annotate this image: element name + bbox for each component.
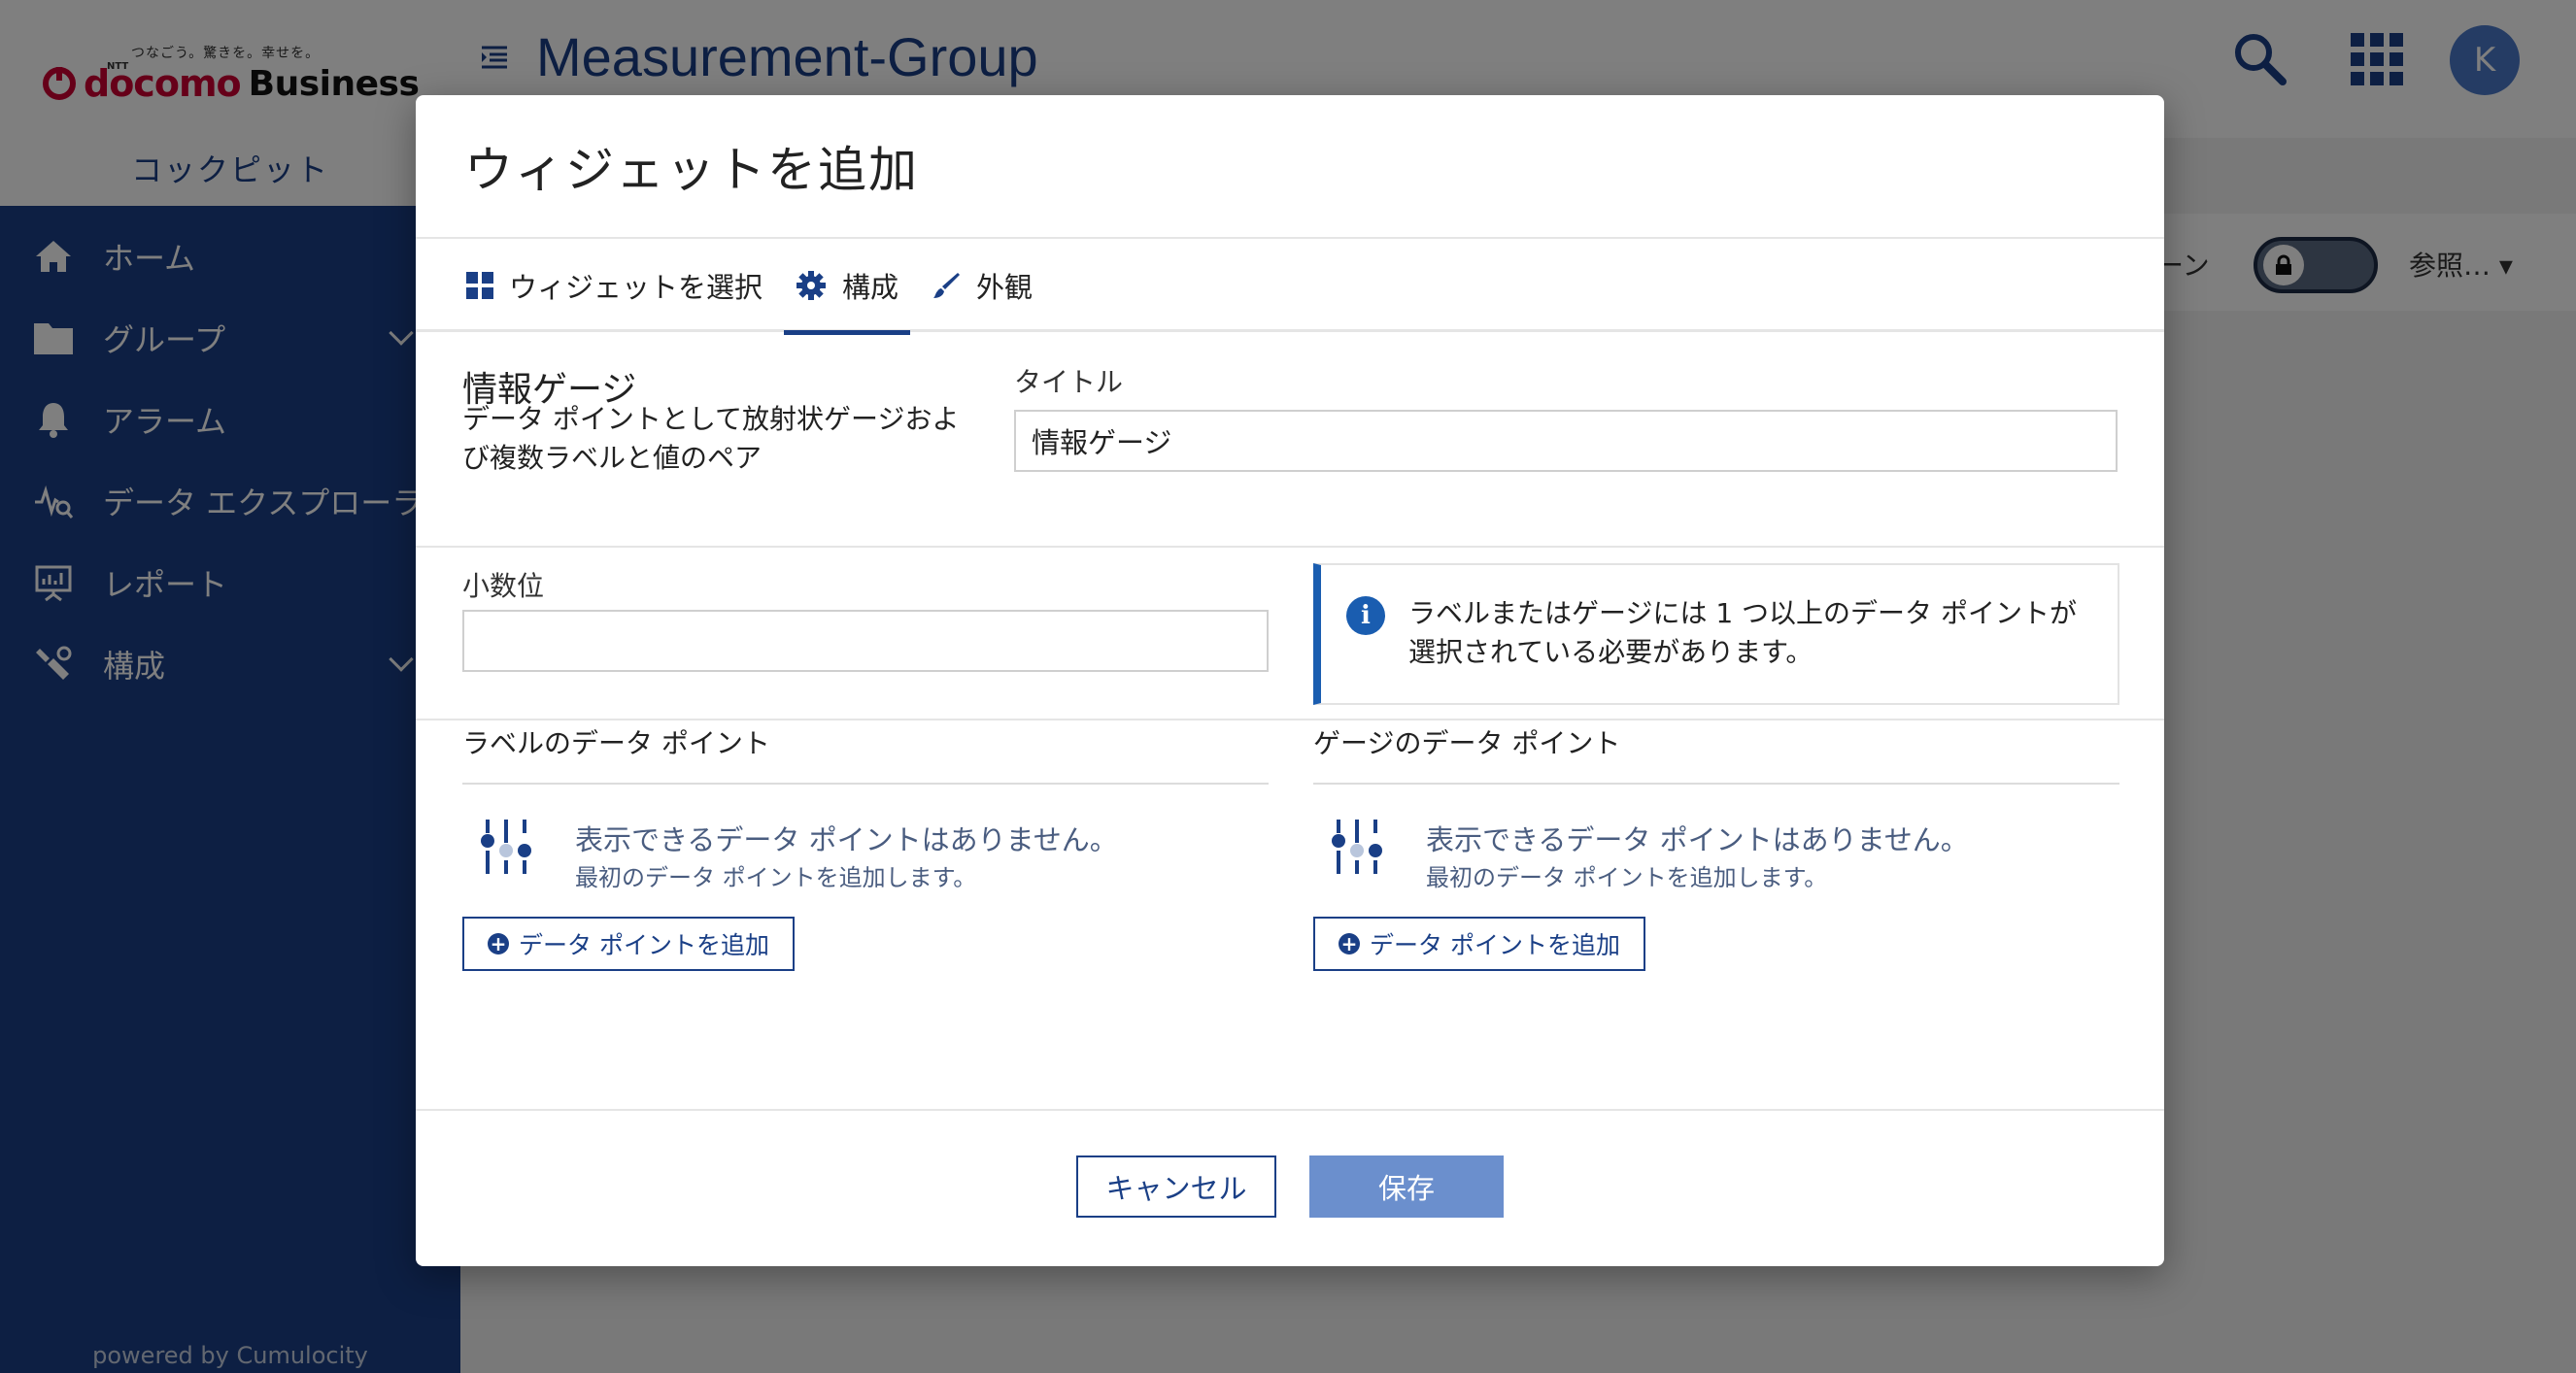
- title-label: タイトル: [1014, 366, 1124, 398]
- modal-tabs: ウィジェットを選択 構成 外観: [416, 239, 2164, 335]
- modal-footer: キャンセル 保存: [416, 1109, 2164, 1266]
- empty-state: 表示できるデータ ポイントはありません。 最初のデータ ポイントを追加します。: [462, 785, 1269, 911]
- add-widget-modal: ウィジェットを追加 ウィジェットを選択 構成 外観 情報ゲージ データ ポイント…: [416, 95, 2164, 1266]
- decimal-input[interactable]: [462, 610, 1269, 672]
- add-gauge-datapoint-button[interactable]: + データ ポイントを追加: [1313, 917, 1645, 971]
- tab-label: 構成: [842, 271, 899, 304]
- add-label-datapoint-button[interactable]: + データ ポイントを追加: [462, 917, 795, 971]
- sliders-icon: [481, 820, 531, 874]
- plus-circle-icon: +: [488, 933, 510, 954]
- empty-state-subtitle: 最初のデータ ポイントを追加します。: [1426, 864, 1828, 891]
- empty-state-title: 表示できるデータ ポイントはありません。: [575, 823, 1118, 856]
- grid-icon: [466, 272, 493, 299]
- tab-configuration[interactable]: 構成: [784, 239, 911, 335]
- plus-circle-icon: +: [1339, 933, 1361, 954]
- widget-description: データ ポイントとして放射状ゲージおよび複数ラベルと値のペア: [462, 403, 960, 474]
- empty-state-subtitle: 最初のデータ ポイントを追加します。: [575, 864, 977, 891]
- tab-label: ウィジェットを選択: [509, 271, 763, 304]
- save-button[interactable]: 保存: [1309, 1155, 1504, 1218]
- sliders-icon: [1332, 820, 1382, 874]
- brush-icon: [932, 271, 961, 300]
- label-datapoints-panel: ラベルのデータ ポイント 表示できるデータ ポイントはありません。 最初のデータ…: [462, 720, 1269, 971]
- modal-title: ウィジェットを追加: [464, 142, 919, 198]
- tab-select-widget[interactable]: ウィジェットを選択: [455, 239, 774, 332]
- tab-label: 外観: [976, 271, 1034, 304]
- add-button-label: データ ポイントを追加: [519, 931, 769, 959]
- title-input[interactable]: 情報ゲージ: [1014, 410, 2118, 472]
- decimal-section: 小数位 i ラベルまたはゲージには 1 つ以上のデータ ポイントが選択されている…: [416, 548, 2164, 720]
- empty-state: 表示できるデータ ポイントはありません。 最初のデータ ポイントを追加します。: [1313, 785, 2119, 911]
- modal-header: ウィジェットを追加: [416, 95, 2164, 239]
- widget-info-section: 情報ゲージ データ ポイントとして放射状ゲージおよび複数ラベルと値のペア タイト…: [416, 332, 2164, 548]
- cancel-button[interactable]: キャンセル: [1076, 1155, 1276, 1218]
- label-datapoints-title: ラベルのデータ ポイント: [462, 720, 1269, 785]
- gear-icon: [796, 270, 827, 301]
- empty-state-title: 表示できるデータ ポイントはありません。: [1426, 823, 1969, 856]
- add-button-label: データ ポイントを追加: [1370, 931, 1620, 959]
- info-message: ラベルまたはゲージには 1 つ以上のデータ ポイントが選択されている必要がありま…: [1408, 597, 2077, 668]
- gauge-datapoints-title: ゲージのデータ ポイント: [1313, 720, 2119, 785]
- info-alert: i ラベルまたはゲージには 1 つ以上のデータ ポイントが選択されている必要があ…: [1313, 563, 2119, 705]
- decimal-label: 小数位: [462, 570, 545, 602]
- info-icon: i: [1346, 596, 1385, 635]
- tab-appearance[interactable]: 外観: [920, 239, 1044, 332]
- gauge-datapoints-panel: ゲージのデータ ポイント 表示できるデータ ポイントはありません。 最初のデータ…: [1313, 720, 2119, 971]
